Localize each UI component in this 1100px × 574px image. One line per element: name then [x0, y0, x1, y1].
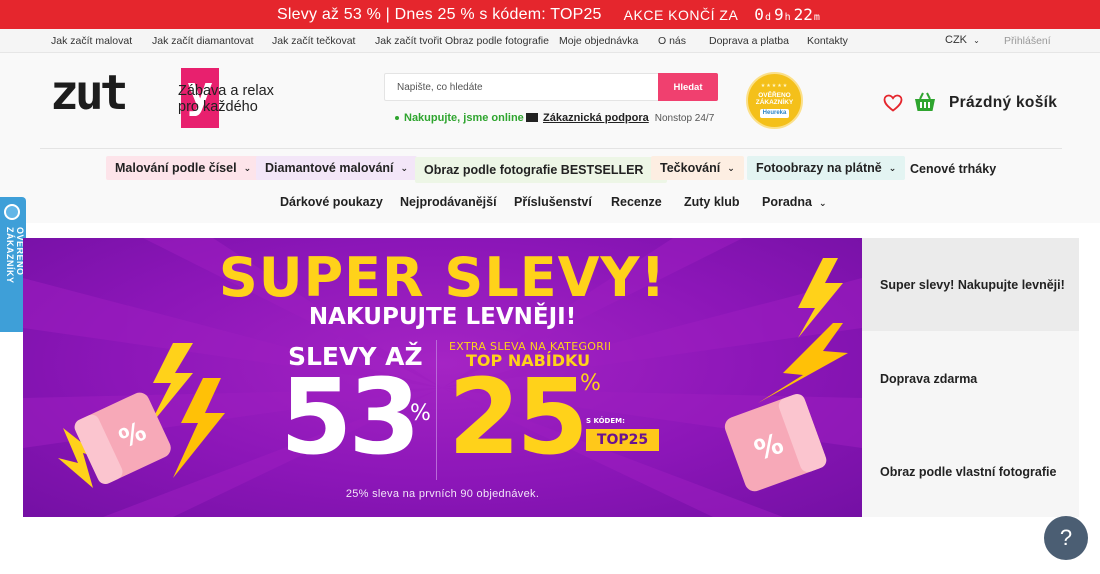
slide-item-obraz-podle-fotografie[interactable]: Obraz podle vlastní fotografie: [862, 426, 1079, 517]
category-teckovani[interactable]: Tečkování ⌄: [651, 156, 744, 180]
verified-customers-label: OVĚŘENO ZÁKAZNÍKY: [5, 227, 25, 284]
nav-darkove-poukazy[interactable]: Dárkové poukazy: [280, 195, 383, 209]
slide-item-doprava-zdarma[interactable]: Doprava zdarma: [862, 332, 1079, 425]
online-dot-icon: [395, 116, 399, 121]
search-input[interactable]: [385, 74, 655, 100]
chevron-down-icon: ⌄: [727, 162, 735, 173]
search-box: Hledat: [384, 73, 718, 101]
online-status: Nakupujte, jsme online: [395, 112, 524, 124]
heart-icon[interactable]: [883, 94, 903, 112]
slide-item-label: Obraz podle vlastní fotografie: [880, 464, 1057, 479]
topnav-link-jak-zacit-malovat[interactable]: Jak začít malovat: [51, 35, 132, 47]
badge-line1: OVĚŘENO: [758, 92, 791, 99]
chevron-down-icon: ⌄: [819, 198, 827, 208]
topnav-link-jak-zacit-teckovat[interactable]: Jak začít tečkovat: [272, 35, 355, 47]
countdown-days: 0: [754, 5, 764, 24]
login-link[interactable]: Přihlášení: [1004, 35, 1051, 47]
badge-brand: Heureka: [759, 109, 790, 118]
nav-recenze[interactable]: Recenze: [611, 195, 662, 209]
ticket-and-lightning-left: %: [58, 343, 225, 488]
chevron-down-icon: ⌄: [973, 36, 980, 45]
topnav-link-jak-zacit-diamantovat[interactable]: Jak začít diamantovat: [152, 35, 254, 47]
support-link[interactable]: Zákaznická podpora: [543, 112, 649, 124]
category-diamantove-malovani[interactable]: Diamantové malování ⌄: [256, 156, 418, 180]
nav-poradna[interactable]: Poradna ⌄: [762, 195, 827, 209]
banner-code-label: S KÓDEM:: [586, 417, 625, 425]
promo-ends-label: AKCE KONČÍ ZA: [623, 6, 739, 23]
topnav-link-kontakty[interactable]: Kontakty: [807, 35, 848, 47]
top-nav: Jak začít malovat Jak začít diamantovat …: [0, 29, 1100, 53]
banner-title: SUPER SLEVY!: [218, 246, 667, 309]
category-label: Fotoobrazy na plátně: [756, 161, 882, 175]
category-fotoobrazy-na-platne[interactable]: Fotoobrazy na plátně ⌄: [747, 156, 906, 180]
category-cenove-trhaky[interactable]: Cenové trháky: [910, 162, 996, 176]
countdown-hours-unit: h: [784, 12, 791, 23]
banner-right-value: 25: [448, 356, 589, 478]
header-divider: [40, 148, 1062, 149]
online-status-text: Nakupujte, jsme online: [404, 112, 524, 124]
basket-icon[interactable]: [913, 90, 937, 114]
envelope-icon: [526, 113, 538, 122]
topnav-link-o-nas[interactable]: O nás: [658, 35, 686, 47]
currency-value: CZK: [945, 34, 967, 46]
countdown-days-unit: d: [764, 12, 771, 23]
question-icon: ?: [1059, 525, 1073, 550]
cart-label[interactable]: Prázdný košík: [949, 94, 1057, 112]
countdown: 0d 9h 22m: [754, 5, 823, 24]
badge-line2: ZÁKAZNÍKY: [755, 99, 794, 106]
topnav-link-moje-objednavka[interactable]: Moje objednávka: [559, 35, 638, 47]
topnav-link-doprava-a-platba[interactable]: Doprava a platba: [709, 35, 789, 47]
verified-badge-icon: [4, 204, 20, 220]
category-malovani-podle-cisel[interactable]: Malování podle čísel ⌄: [106, 156, 261, 180]
banner-left-value: 53: [280, 356, 421, 478]
nav-nejprodavanejsi[interactable]: Nejprodávanější: [400, 195, 497, 209]
banner-note: 25% sleva na prvních 90 objednávek.: [345, 488, 540, 500]
search-button[interactable]: Hledat: [658, 73, 718, 101]
nav-poradna-label: Poradna: [762, 195, 813, 209]
category-label: Malování podle čísel: [115, 161, 237, 175]
hero-banner[interactable]: % % SUPER SLEVY! NAKUPUJTE LEVNĚJI! SLEV…: [23, 238, 862, 517]
countdown-hours: 9: [773, 5, 784, 24]
slide-item-label: Doprava zdarma: [880, 371, 978, 386]
tagline: Zábava a relax pro každého: [178, 83, 274, 115]
countdown-minutes: 22: [793, 5, 813, 24]
help-button[interactable]: ?: [1044, 516, 1088, 560]
banner-left-percent: %: [410, 401, 431, 426]
banner-code: TOP25: [586, 429, 659, 451]
logo[interactable]: zut y: [50, 65, 219, 128]
nav-prislusenstvi[interactable]: Příslušenství: [514, 195, 592, 209]
chevron-down-icon: ⌄: [888, 162, 897, 173]
currency-selector[interactable]: CZK ⌄: [945, 34, 980, 46]
chevron-down-icon: ⌄: [243, 162, 252, 173]
category-label: Tečkování: [660, 161, 721, 175]
category-label: Diamantové malování: [265, 161, 394, 175]
heureka-verified-badge[interactable]: ★★★★★ OVĚŘENO ZÁKAZNÍKY Heureka: [746, 72, 803, 129]
nav-zuty-klub[interactable]: Zuty klub: [684, 195, 740, 209]
category-label: Obraz podle fotografie BESTSELLER: [424, 163, 644, 177]
countdown-minutes-unit: m: [813, 12, 820, 23]
promo-text: Slevy až 53 % | Dnes 25 % s kódem: TOP25: [277, 5, 602, 23]
banner-slide-list: Super slevy! Nakupujte levněji! Doprava …: [862, 238, 1079, 517]
tagline-line2: pro každého: [178, 99, 258, 115]
banner-right-percent: %: [580, 371, 601, 396]
topnav-link-obraz-podle-fotografie[interactable]: Jak začít tvořit Obraz podle fotografie: [375, 35, 549, 47]
logo-wordmark: zut: [50, 65, 129, 121]
support-hours: Nonstop 24/7: [654, 113, 715, 124]
category-obraz-podle-fotografie[interactable]: Obraz podle fotografie BESTSELLER⌄: [415, 157, 668, 183]
banner-subtitle: NAKUPUJTE LEVNĚJI!: [308, 304, 577, 330]
site-header: zut y Zábava a relax pro každého Hledat …: [0, 53, 1100, 223]
slide-item-super-slevy[interactable]: Super slevy! Nakupujte levněji!: [862, 238, 1079, 331]
stars-icon: ★★★★★: [760, 83, 789, 89]
tagline-line1: Zábava a relax: [178, 83, 274, 99]
promo-bar[interactable]: Slevy až 53 % | Dnes 25 % s kódem: TOP25…: [0, 0, 1100, 29]
slide-item-label: Super slevy! Nakupujte levněji!: [880, 277, 1065, 292]
banner-divider: [436, 340, 437, 480]
chevron-down-icon: ⌄: [400, 162, 409, 173]
support: Zákaznická podpora Nonstop 24/7: [526, 112, 714, 124]
